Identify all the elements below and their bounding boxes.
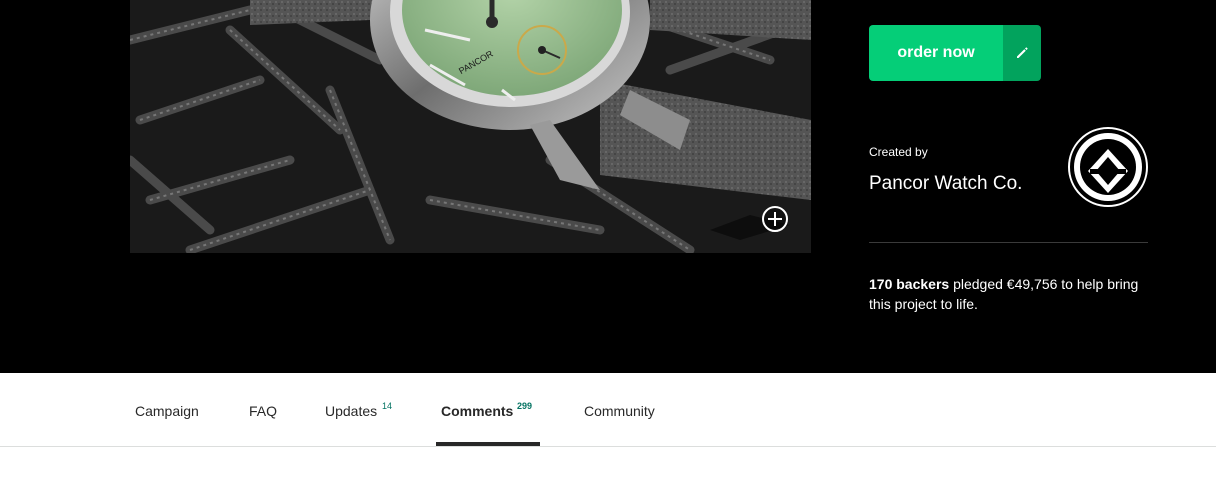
pencil-icon [1017,47,1028,58]
tab-label: Updates [325,403,378,419]
tab-campaign[interactable]: Campaign [135,373,205,446]
project-tabs: Campaign FAQ Updates 14 Comments 299 Com… [0,373,1216,447]
divider [869,242,1148,243]
tab-community[interactable]: Community [584,373,664,446]
order-now-button[interactable]: order now [869,25,1003,81]
tab-faq[interactable]: FAQ [249,373,289,446]
tab-label: Campaign [135,403,199,419]
tab-label: Comments [441,403,514,419]
backers-count: 170 backers [869,276,950,292]
tab-updates[interactable]: Updates 14 [325,373,400,446]
pledge-summary: 170 backers pledged €49,756 to help brin… [869,274,1149,314]
tab-comments[interactable]: Comments 299 [441,373,541,446]
project-hero: PANCOR order now Created by Pancor Watch… [0,0,1216,373]
zoom-in-icon[interactable] [762,206,788,232]
product-image[interactable]: PANCOR [130,0,811,253]
edit-button[interactable] [1003,25,1041,81]
active-tab-indicator [436,442,540,446]
tab-count: 299 [517,401,533,411]
tab-count: 14 [382,401,393,411]
creator-name[interactable]: Pancor Watch Co. [869,173,1022,195]
tab-label: FAQ [249,403,278,419]
watch-photo: PANCOR [130,0,811,253]
created-by-label: Created by [869,145,928,159]
creator-avatar[interactable] [1068,127,1148,207]
order-button-group: order now [869,25,1041,81]
tab-label: Community [584,403,655,419]
